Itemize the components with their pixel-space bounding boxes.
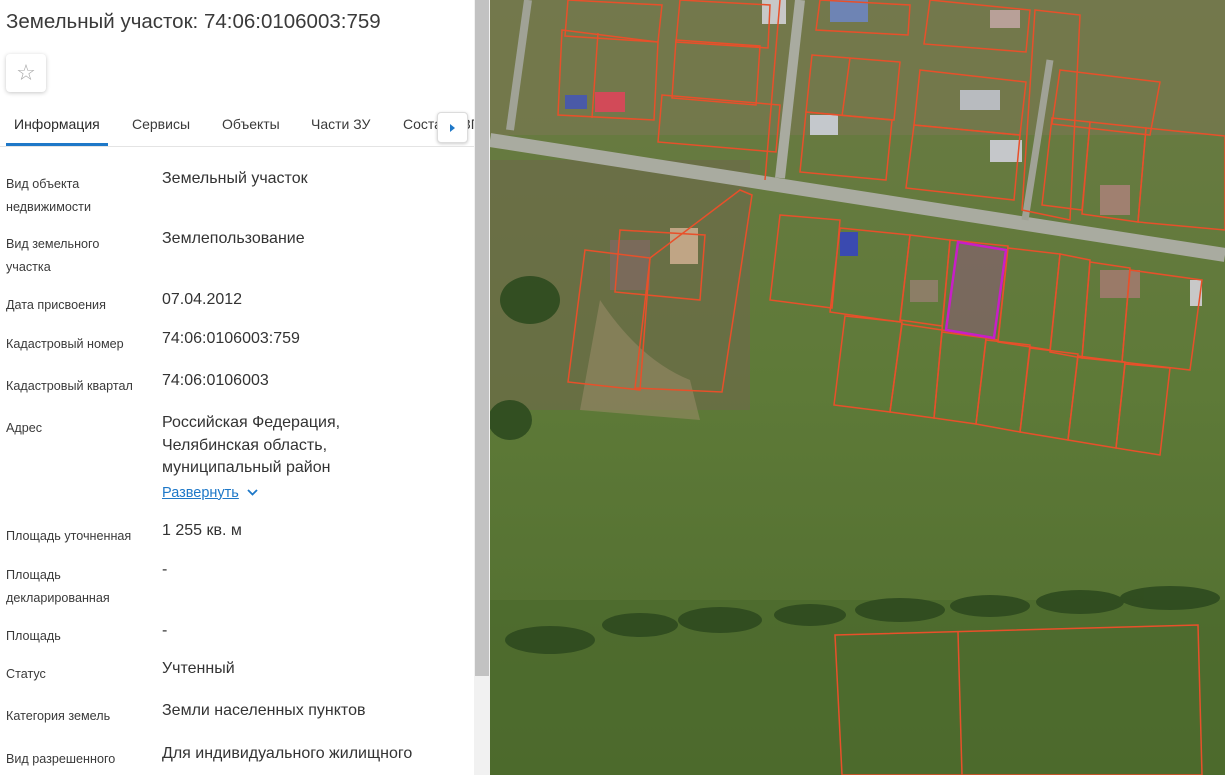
field-value: 07.04.2012 bbox=[162, 291, 243, 308]
expand-link-label: Развернуть bbox=[162, 484, 239, 501]
info-panel: Земельный участок: 74:06:0106003:759 ☆ И… bbox=[0, 0, 474, 775]
field-value: 1 255 кв. м bbox=[162, 522, 242, 539]
field-label: Вид объекта недвижимости bbox=[6, 177, 91, 214]
tab-plot-parts[interactable]: Части ЗУ bbox=[311, 116, 370, 132]
field-value: - bbox=[162, 622, 168, 639]
field-label: Площадь bbox=[6, 629, 61, 643]
field-label: Дата присвоения bbox=[6, 298, 106, 312]
field-value: Российская Федерация, Челябинская област… bbox=[162, 412, 462, 504]
address-line: Челябинская область, bbox=[162, 436, 328, 454]
field-value: Земли населенных пунктов bbox=[162, 702, 366, 719]
field-label: Категория земель bbox=[6, 709, 111, 723]
satellite-map[interactable] bbox=[490, 0, 1225, 775]
favorite-button[interactable]: ☆ bbox=[6, 54, 46, 92]
field-value: Учтенный bbox=[162, 660, 235, 677]
field-value: Для индивидуального жилищного bbox=[162, 745, 413, 762]
selected-parcel[interactable] bbox=[944, 240, 1008, 340]
star-outline-icon: ☆ bbox=[16, 60, 36, 85]
map-view[interactable] bbox=[490, 0, 1225, 775]
panel-scrollbar-thumb[interactable] bbox=[475, 0, 489, 676]
field-label: Адрес bbox=[6, 421, 43, 435]
field-label: Вид разрешенного bbox=[6, 752, 116, 766]
lower-field bbox=[490, 600, 1225, 775]
field-label: Площадь декларированная bbox=[6, 568, 110, 605]
tab-information[interactable]: Информация bbox=[14, 116, 100, 132]
field-label: Статус bbox=[6, 667, 46, 681]
active-tab-indicator bbox=[6, 143, 108, 146]
chevron-down-icon bbox=[247, 489, 258, 497]
page-title: Земельный участок: 74:06:0106003:759 bbox=[6, 10, 381, 33]
field-label: Кадастровый квартал bbox=[6, 379, 133, 393]
address-line: муниципальный район bbox=[162, 459, 331, 476]
field-label: Вид земельного участка bbox=[6, 237, 100, 274]
field-value: - bbox=[162, 561, 168, 578]
tab-bar: Информация Сервисы Объекты Части ЗУ Сост… bbox=[0, 104, 474, 147]
tabs-scroll-right-button[interactable] bbox=[437, 112, 468, 143]
field-value: Земельный участок bbox=[162, 170, 308, 187]
field-label: Площадь уточненная bbox=[6, 529, 132, 543]
address-line: Российская Федерация, bbox=[162, 414, 341, 431]
field-value: 74:06:0106003:759 bbox=[162, 330, 300, 347]
field-value: 74:06:0106003 bbox=[162, 372, 269, 389]
expand-address-link[interactable]: Развернуть bbox=[162, 482, 258, 505]
tab-services[interactable]: Сервисы bbox=[132, 116, 190, 132]
triangle-right-icon bbox=[450, 123, 455, 132]
field-value: Землепользование bbox=[162, 230, 305, 247]
tab-objects[interactable]: Объекты bbox=[222, 116, 280, 132]
field-label: Кадастровый номер bbox=[6, 337, 124, 351]
